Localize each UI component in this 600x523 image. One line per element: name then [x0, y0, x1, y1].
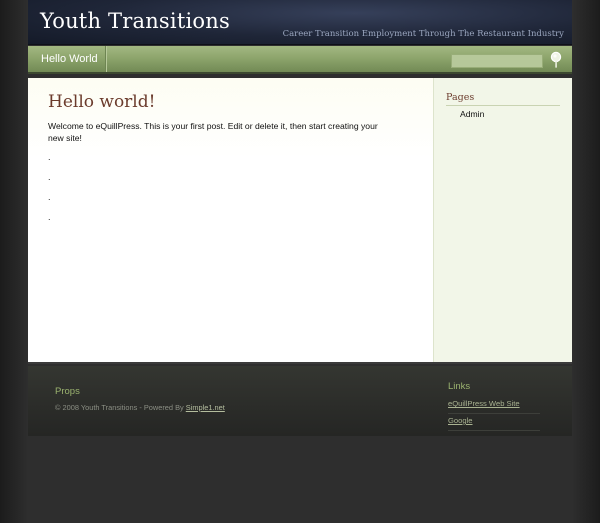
magnifier-icon[interactable] [549, 51, 563, 69]
footer-heading-links: Links [448, 381, 471, 392]
search-input[interactable] [451, 54, 543, 68]
footer-link-equillpress[interactable]: eQuillPress Web Site [448, 399, 540, 414]
post-dot: . [48, 172, 51, 182]
main-area: Hello world! Welcome to eQuillPress. Thi… [28, 78, 572, 364]
copyright-prefix: © 2008 Youth Transitions - Powered By [55, 403, 186, 412]
footer-heading-props: Props [55, 386, 80, 397]
nav-item-hello-world[interactable]: Hello World [28, 46, 106, 72]
post-dot: . [48, 152, 51, 162]
site-tagline: Career Transition Employment Through The… [282, 29, 564, 39]
post-dot: . [48, 192, 51, 202]
post-title[interactable]: Hello world! [48, 92, 155, 112]
sidebar: Pages Admin [433, 78, 572, 362]
sidebar-link-admin[interactable]: Admin [460, 109, 484, 119]
footer-link-google[interactable]: Google [448, 416, 540, 431]
post-body: Welcome to eQuillPress. This is your fir… [48, 121, 378, 143]
post-content: Hello world! Welcome to eQuillPress. Thi… [28, 78, 433, 362]
post-dot: . [48, 212, 51, 222]
powered-by-link[interactable]: Simple1.net [186, 403, 225, 412]
site-title[interactable]: Youth Transitions [40, 9, 230, 33]
main-navigation: Hello World [28, 46, 572, 74]
sidebar-heading-pages: Pages [446, 92, 560, 106]
site-footer: Props © 2008 Youth Transitions - Powered… [28, 366, 572, 436]
site-header: Youth Transitions Career Transition Empl… [28, 0, 572, 45]
copyright-text: © 2008 Youth Transitions - Powered By Si… [55, 403, 225, 412]
